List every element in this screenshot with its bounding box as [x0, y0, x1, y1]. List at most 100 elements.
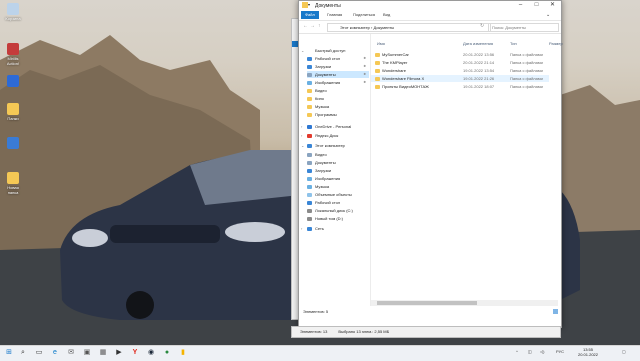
- chevron-right-icon: ›: [301, 124, 303, 129]
- refresh-icon[interactable]: ↻: [480, 23, 484, 29]
- horizontal-scrollbar[interactable]: [371, 300, 558, 306]
- mail-icon[interactable]: ✉: [66, 348, 76, 358]
- network-icon: [307, 226, 312, 231]
- background-window-status-bar: Элементов: 13 Выбрано 13 элем.: 2,55 МБ: [291, 326, 561, 338]
- nav-pc-documents[interactable]: Документы: [307, 159, 369, 166]
- nav-music[interactable]: Музыка: [307, 103, 369, 110]
- recycle-bin-icon: [7, 3, 19, 15]
- breadcrumb-documents[interactable]: Документы: [373, 25, 394, 30]
- desktop-icon-shortcut[interactable]: [2, 137, 24, 149]
- nav-pc-drive-d[interactable]: Новый том (D:): [307, 215, 369, 222]
- tab-share[interactable]: Поделиться: [349, 11, 379, 19]
- chevron-down-icon: ⌄: [301, 48, 305, 53]
- search-input[interactable]: Поиск: Документы: [488, 23, 559, 32]
- star-icon: [307, 49, 312, 53]
- nav-downloads[interactable]: Загрузки ✱: [307, 63, 369, 70]
- folder-icon: [375, 84, 380, 89]
- file-row[interactable]: Wondershare Filmora X 19.01.2022 21:26 П…: [371, 75, 549, 82]
- file-explorer-icon[interactable]: ▮: [178, 348, 188, 358]
- desktop-icon-new-folder[interactable]: Новая папка: [2, 172, 24, 195]
- start-button[interactable]: ⊞: [4, 348, 14, 358]
- cube-icon: [307, 192, 312, 197]
- window-title: Документы: [315, 3, 341, 9]
- nav-this-pc[interactable]: ⌄ Этот компьютер: [301, 142, 369, 149]
- folder-icon: [307, 104, 312, 109]
- desktop-icon-recycle-bin[interactable]: Корзина: [2, 3, 24, 21]
- media-icon[interactable]: ▶: [114, 348, 124, 358]
- calendar-icon[interactable]: ▦: [98, 348, 108, 358]
- documents-icon: [307, 160, 312, 165]
- close-button[interactable]: ✕: [545, 1, 560, 10]
- volume-icon[interactable]: ◁): [540, 349, 544, 354]
- nav-pc-3d-objects[interactable]: Объемные объекты: [307, 191, 369, 198]
- nav-pc-drive-c[interactable]: Локальный диск (C:): [307, 207, 369, 214]
- steam-icon[interactable]: ◉: [146, 348, 156, 358]
- explorer-window[interactable]: ▾ Документы – □ ✕ Файл Главная Поделитьс…: [298, 0, 563, 328]
- ribbon-expand-icon[interactable]: ⌄: [542, 11, 554, 19]
- task-view-icon[interactable]: ▭: [34, 348, 44, 358]
- desktop-icon-folders[interactable]: Папки: [2, 103, 24, 121]
- file-row[interactable]: MySummerCar 20.01.2022 13:56 Папка с фай…: [371, 51, 549, 58]
- nav-pc-pictures[interactable]: Изображения: [307, 175, 369, 182]
- edge-icon[interactable]: e: [50, 348, 60, 358]
- maximize-button[interactable]: □: [529, 1, 544, 10]
- action-icon: [7, 43, 19, 55]
- column-header-date[interactable]: Дата изменения: [463, 41, 493, 46]
- minimize-button[interactable]: –: [513, 1, 528, 10]
- up-icon[interactable]: ↑: [318, 23, 321, 29]
- search-icon[interactable]: ⌕: [18, 348, 28, 358]
- nav-documents[interactable]: Документы ✱: [307, 71, 369, 78]
- title-bar[interactable]: ▾ Документы – □ ✕: [299, 1, 561, 10]
- desktop-icon: [307, 56, 312, 61]
- notifications-icon[interactable]: ▢: [622, 349, 626, 354]
- file-row[interactable]: Wondershare 19.01.2022 13:54 Папка с фай…: [371, 67, 549, 74]
- chrome-icon[interactable]: ●: [162, 348, 172, 358]
- back-icon[interactable]: ←: [303, 23, 308, 29]
- scrollbar-thumb[interactable]: [377, 301, 477, 305]
- store-icon[interactable]: ▣: [82, 348, 92, 358]
- folder-icon: [307, 112, 312, 117]
- nav-pictures[interactable]: Изображения ✱: [307, 79, 369, 86]
- folder-icon: [7, 172, 19, 184]
- nav-network[interactable]: › Сеть: [301, 225, 369, 232]
- column-header-name[interactable]: Имя: [377, 41, 385, 46]
- desktop-icon-mirillis[interactable]: Mirillis Action!: [2, 43, 24, 66]
- network-status-icon[interactable]: ◫: [528, 349, 532, 354]
- address-bar[interactable]: Этот компьютер › Документы: [327, 23, 491, 32]
- file-row[interactable]: The KMPlayer 20.01.2022 21:14 Папка с фа…: [371, 59, 549, 66]
- ribbon: Файл Главная Поделиться Вид ⌄: [299, 10, 561, 21]
- tab-home[interactable]: Главная: [323, 11, 346, 19]
- column-header-type[interactable]: Тип: [510, 41, 517, 46]
- yandex-icon[interactable]: Y: [130, 348, 140, 358]
- column-header-size[interactable]: Размер: [549, 41, 563, 46]
- file-row[interactable]: Проекты ВидеоМОНТАЖ 19.01.2022 18:07 Пап…: [371, 83, 549, 90]
- nav-desktop[interactable]: Рабочий стол ✱: [307, 55, 369, 62]
- nav-pc-music[interactable]: Музыка: [307, 183, 369, 190]
- nav-programs[interactable]: Программы: [307, 111, 369, 118]
- folder-icon: [375, 52, 380, 57]
- forward-icon[interactable]: →: [310, 23, 315, 29]
- nav-pc-videos[interactable]: Видео: [307, 151, 369, 158]
- view-toggle-icon[interactable]: [553, 309, 558, 314]
- nav-pc-downloads[interactable]: Загрузки: [307, 167, 369, 174]
- desktop-icon-app[interactable]: [2, 75, 24, 88]
- clock[interactable]: 13:55 20.01.2022: [572, 347, 604, 357]
- status-bar: Элементов: 5: [299, 307, 561, 316]
- tab-file[interactable]: Файл: [301, 11, 319, 19]
- desktop-icon: [307, 200, 312, 205]
- nav-pc-desktop[interactable]: Рабочий стол: [307, 199, 369, 206]
- folder-icon: [375, 68, 380, 73]
- nav-onedrive[interactable]: › OneDrive - Personal: [301, 123, 369, 130]
- quick-access-toolbar-icon[interactable]: ▾: [308, 2, 314, 8]
- cloud-icon: [307, 124, 312, 129]
- language-indicator[interactable]: РУС: [556, 349, 564, 354]
- nav-yandex-disk[interactable]: › Яндекс.Диск: [301, 132, 369, 139]
- nav-movies[interactable]: Кино: [307, 95, 369, 102]
- tab-view[interactable]: Вид: [379, 11, 394, 19]
- tray-chevron-icon[interactable]: ^: [516, 349, 518, 354]
- nav-videos[interactable]: Видео: [307, 87, 369, 94]
- documents-icon: [307, 72, 312, 77]
- breadcrumb-this-pc[interactable]: Этот компьютер: [340, 25, 370, 30]
- folder-icon: [375, 76, 380, 81]
- nav-quick-access[interactable]: ⌄ Быстрый доступ: [301, 47, 369, 54]
